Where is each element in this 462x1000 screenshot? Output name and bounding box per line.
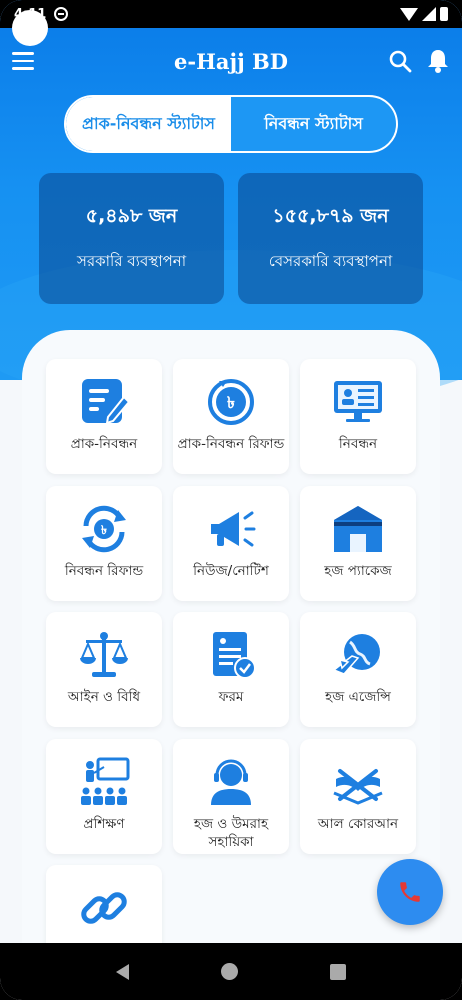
stat-private: ১৫৫,৮৭৯ জন বেসরকারি ব্যবস্থাপনা — [238, 173, 423, 304]
camera-cutout — [12, 10, 48, 46]
quran-icon — [333, 769, 383, 805]
bell-icon[interactable] — [426, 48, 450, 74]
scales-icon — [80, 632, 128, 677]
service-label: ফরম — [218, 689, 244, 705]
pre-registration-refund-icon: ৳ — [208, 379, 254, 425]
stat-label: বেসরকারি ব্যবস্থাপনা — [268, 252, 393, 270]
stat-value: ১৫৫,৮৭৯ জন — [272, 205, 389, 227]
service-law-rules[interactable]: আইন ও বিধি — [46, 612, 162, 727]
service-label: নিবন্ধন রিফান্ড — [64, 563, 144, 579]
wifi-icon — [400, 7, 418, 21]
service-label: হজ এজেন্সি — [325, 689, 391, 705]
support-agent-icon — [211, 759, 251, 805]
app-bar: e-Hajj BD — [0, 44, 462, 78]
service-label: নিবন্ধন — [338, 436, 378, 452]
call-button[interactable] — [377, 859, 443, 925]
link-icon — [81, 892, 127, 924]
service-training[interactable]: প্রশিক্ষণ — [46, 739, 162, 854]
recent-apps-icon[interactable] — [330, 963, 346, 980]
service-label: আল কোরআন — [317, 816, 399, 832]
service-hajj-package[interactable]: হজ প্যাকেজ — [300, 486, 416, 601]
app-title: e-Hajj BD — [174, 48, 288, 74]
svg-text:৳: ৳ — [227, 393, 235, 412]
service-registration[interactable]: নিবন্ধন — [300, 359, 416, 474]
system-nav-bar — [0, 943, 462, 1000]
service-label: হজ প্যাকেজ — [324, 563, 392, 579]
toggle-registration-status[interactable]: নিবন্ধন স্ট্যাটাস — [231, 97, 396, 151]
service-pre-registration[interactable]: প্রাক-নিবন্ধন — [46, 359, 162, 474]
service-label: প্রশিক্ষণ — [83, 816, 125, 832]
registration-icon — [334, 381, 382, 422]
pre-registration-icon — [82, 379, 130, 425]
app-screen: e-Hajj BD প্রাক-নিবন্ধন স্ট্যাটাস নিবন্ধ… — [0, 0, 462, 1000]
service-registration-refund[interactable]: ৳ নিবন্ধন রিফান্ড — [46, 486, 162, 601]
form-icon — [213, 632, 256, 679]
toggle-pre-registration-status[interactable]: প্রাক-নিবন্ধন স্ট্যাটাস — [66, 97, 231, 151]
phone-icon — [400, 882, 420, 902]
service-hajj-umrah-guide[interactable]: হজ ও উমরাহ সহায়িকা — [173, 739, 289, 854]
header-background: e-Hajj BD প্রাক-নিবন্ধন স্ট্যাটাস নিবন্ধ… — [0, 0, 462, 410]
service-hajj-agency[interactable]: হজ এজেন্সি — [300, 612, 416, 727]
training-icon — [81, 757, 130, 805]
service-form[interactable]: ফরম — [173, 612, 289, 727]
service-news-notice[interactable]: নিউজ/নোটিশ — [173, 486, 289, 601]
service-label: প্রাক-নিবন্ধন — [70, 436, 138, 452]
megaphone-icon — [211, 511, 256, 547]
kaaba-icon — [334, 506, 382, 552]
service-label: নিউজ/নোটিশ — [193, 563, 269, 579]
status-toggle: প্রাক-নিবন্ধন স্ট্যাটাস নিবন্ধন স্ট্যাটা… — [64, 95, 398, 153]
back-icon[interactable] — [116, 963, 129, 980]
service-pre-registration-refund[interactable]: ৳ প্রাক-নিবন্ধন রিফান্ড — [173, 359, 289, 474]
battery-icon — [440, 7, 448, 21]
service-label: হজ ও উমরাহ সহায়িকা — [193, 816, 269, 850]
menu-icon[interactable] — [12, 52, 34, 70]
signal-icon — [422, 7, 436, 21]
home-icon[interactable] — [221, 963, 238, 980]
svg-text:৳: ৳ — [101, 523, 107, 537]
dnd-icon — [54, 7, 69, 21]
service-al-quran[interactable]: আল কোরআন — [300, 739, 416, 854]
status-bar: 4:11 — [0, 0, 462, 28]
service-label: আইন ও বিধি — [67, 689, 141, 705]
search-icon[interactable] — [388, 49, 412, 73]
stat-value: ৫,৪৯৮ জন — [85, 205, 178, 227]
stat-label: সরকারি ব্যবস্থাপনা — [76, 252, 187, 270]
service-label: প্রাক-নিবন্ধন রিফান্ড — [177, 436, 285, 452]
stat-government: ৫,৪৯৮ জন সরকারি ব্যবস্থাপনা — [39, 173, 224, 304]
plane-globe-icon — [332, 634, 380, 675]
registration-refund-icon: ৳ — [82, 505, 126, 553]
